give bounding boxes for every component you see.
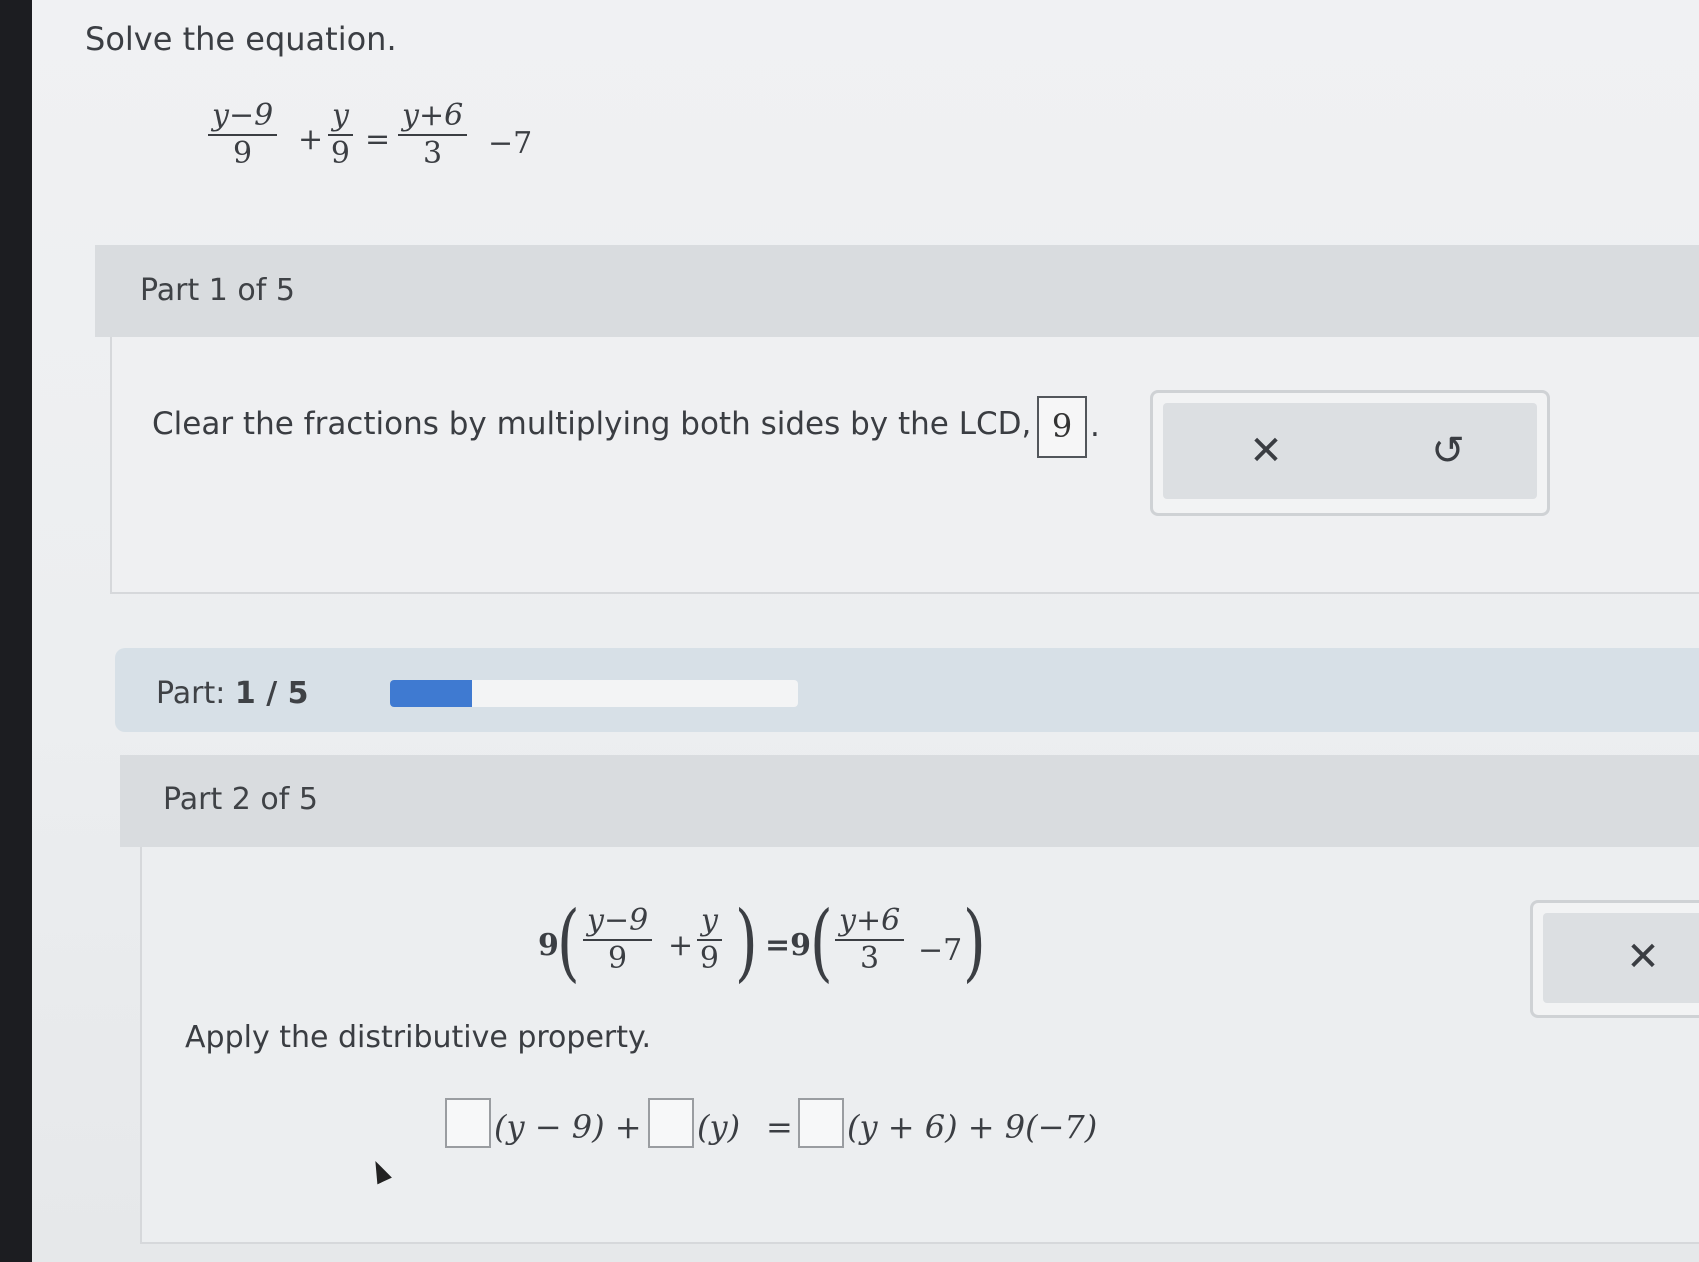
progress-value: 1 / 5 [234,676,309,711]
part2-instruction: Apply the distributive property. [185,1020,652,1055]
paren-close-right: ) [962,893,986,991]
progress-label: Part: 1 / 5 [156,676,309,711]
progress-track [390,680,798,707]
part1-action-panel: ✕ ↺ [1150,390,1550,516]
progress-fill [390,680,472,707]
paren-close-left: ) [734,893,758,991]
progress-bar-panel [115,648,1699,732]
part1-instruction: Clear the fractions by multiplying both … [152,406,1032,442]
part1-title: Part 1 of 5 [140,273,295,308]
undo-icon[interactable]: ↺ [1418,421,1478,481]
paren-open-left: ( [556,893,580,991]
instruction-period: . [1090,408,1100,444]
close-icon[interactable]: ✕ [1236,421,1296,481]
fraction-term-1: y−9 9 [208,98,278,172]
p2-plus: + [668,928,694,963]
fraction-term-2: y 9 [328,98,353,172]
plus-sign: + [298,122,324,157]
part2-title: Part 2 of 5 [163,782,318,817]
lcd-answer-box[interactable]: 9 [1037,396,1087,458]
p2-fraction-2: y 9 [697,903,722,977]
part2-action-panel: ✕ [1530,900,1699,1018]
multiplier-left: 9 [538,928,559,963]
fraction-term-3: y+6 3 [398,98,468,172]
part2-header [120,755,1699,847]
monitor-bezel [0,0,32,1262]
distributed-segment-1: (y − 9) + [494,1108,642,1146]
p2-constant: −7 [918,933,963,968]
answer-box-3[interactable] [798,1098,844,1148]
constant-term: −7 [488,126,533,161]
p2-fraction-1: y−9 9 [583,903,653,977]
answer-box-1[interactable] [445,1098,491,1148]
p2-fraction-3: y+6 3 [835,903,905,977]
answer-box-2[interactable] [648,1098,694,1148]
distributed-equals: = [766,1108,793,1146]
equals-multiplier: =9 [765,928,812,963]
paren-open-right: ( [809,893,833,991]
distributed-segment-3: (y + 6) + 9(−7) [847,1108,1098,1146]
part1-header [95,245,1699,337]
distributed-segment-2: (y) [697,1108,741,1146]
close-icon[interactable]: ✕ [1613,927,1673,987]
equals-sign: = [365,122,391,157]
part1-action-bar: ✕ ↺ [1163,403,1537,499]
problem-prompt: Solve the equation. [85,20,397,58]
part2-action-bar: ✕ [1543,913,1699,1003]
